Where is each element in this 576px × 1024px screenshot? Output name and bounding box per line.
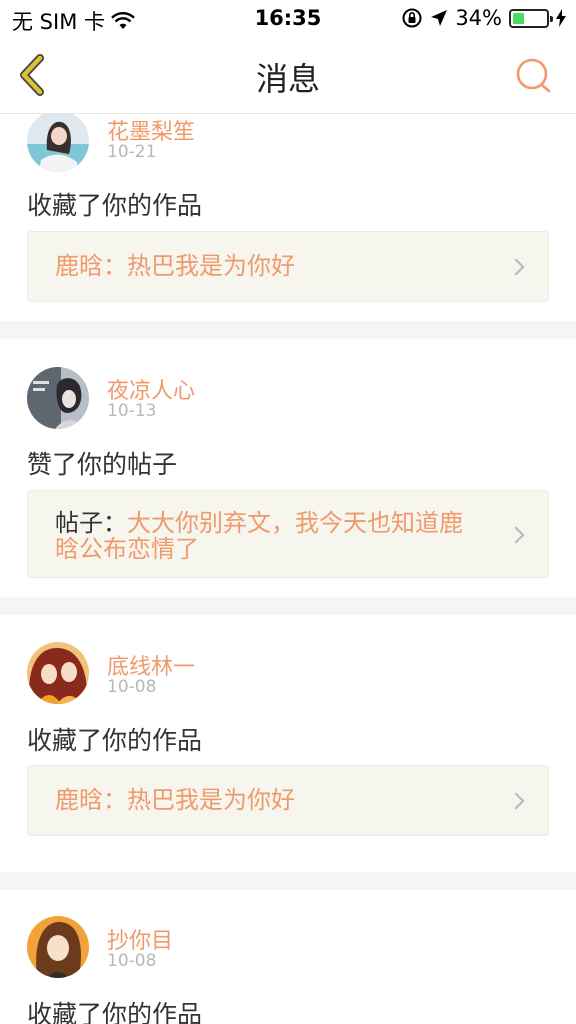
chevron-right-icon bbox=[507, 792, 525, 810]
page-title: 消息 bbox=[255, 60, 320, 98]
search-icon bbox=[516, 58, 551, 93]
message-action: 收藏了你的作品 bbox=[27, 1000, 203, 1024]
avatar[interactable] bbox=[27, 916, 89, 978]
quote-prefix: 鹿晗： bbox=[55, 252, 127, 280]
quote-body: 热巴我是为你好 bbox=[127, 786, 295, 814]
quote-prefix: 鹿晗： bbox=[55, 786, 127, 814]
quote-body: 热巴我是为你好 bbox=[127, 252, 295, 280]
section-divider bbox=[0, 321, 576, 339]
message-date: 10-21 bbox=[107, 142, 157, 162]
battery-fill bbox=[513, 12, 524, 24]
battery-icon bbox=[509, 8, 553, 28]
message-date: 10-08 bbox=[107, 677, 157, 697]
message-item: 抄你目 10-08 收藏了你的作品 bbox=[0, 890, 576, 1024]
quote-body-line-2: 晗公布恋情了 bbox=[55, 535, 199, 563]
section-divider bbox=[0, 872, 576, 890]
chevron-right-icon bbox=[507, 526, 525, 544]
quote-text: 帖子：大大你别弃文，我今天也知道鹿 晗公布恋情了 bbox=[55, 510, 488, 562]
status-bar: 无 SIM 卡 16:35 34% bbox=[0, 0, 576, 36]
section-divider bbox=[0, 597, 576, 615]
quote-card[interactable]: 帖子：大大你别弃文，我今天也知道鹿 晗公布恋情了 bbox=[27, 490, 549, 578]
quote-text: 鹿晗：热巴我是为你好 bbox=[55, 253, 488, 279]
quote-card[interactable]: 鹿晗：热巴我是为你好 bbox=[27, 765, 549, 836]
message-list[interactable]: 花墨梨笙 10-21 收藏了你的作品 鹿晗：热巴我是为你好 夜凉人心 10-13 bbox=[0, 114, 576, 1024]
quote-card[interactable]: 鹿晗：热巴我是为你好 bbox=[27, 231, 549, 302]
location-icon bbox=[431, 10, 448, 26]
quote-body-line-1: 大大你别弃文，我今天也知道鹿 bbox=[127, 509, 463, 537]
nav-bar: 消息 bbox=[0, 36, 576, 114]
message-item: 花墨梨笙 10-21 收藏了你的作品 鹿晗：热巴我是为你好 bbox=[0, 114, 576, 321]
orientation-lock-icon bbox=[402, 8, 422, 28]
message-action: 收藏了你的作品 bbox=[27, 191, 203, 220]
message-date: 10-13 bbox=[107, 401, 157, 421]
avatar[interactable] bbox=[27, 114, 89, 172]
message-action: 赞了你的帖子 bbox=[27, 450, 178, 479]
message-item: 夜凉人心 10-13 赞了你的帖子 帖子：大大你别弃文，我今天也知道鹿 晗公布恋… bbox=[0, 339, 576, 597]
search-button[interactable] bbox=[514, 56, 554, 96]
avatar[interactable] bbox=[27, 642, 89, 704]
quote-prefix: 帖子： bbox=[55, 509, 127, 537]
battery-cap bbox=[550, 15, 553, 22]
message-date: 10-08 bbox=[107, 951, 157, 971]
status-right: 34% bbox=[401, 6, 566, 30]
message-action: 收藏了你的作品 bbox=[27, 726, 203, 755]
battery-percent: 34% bbox=[455, 6, 502, 30]
avatar[interactable] bbox=[27, 367, 89, 429]
message-item: 底线林一 10-08 收藏了你的作品 鹿晗：热巴我是为你好 bbox=[0, 615, 576, 872]
quote-text: 鹿晗：热巴我是为你好 bbox=[55, 787, 488, 813]
charging-icon bbox=[556, 9, 566, 27]
chevron-right-icon bbox=[507, 258, 525, 276]
